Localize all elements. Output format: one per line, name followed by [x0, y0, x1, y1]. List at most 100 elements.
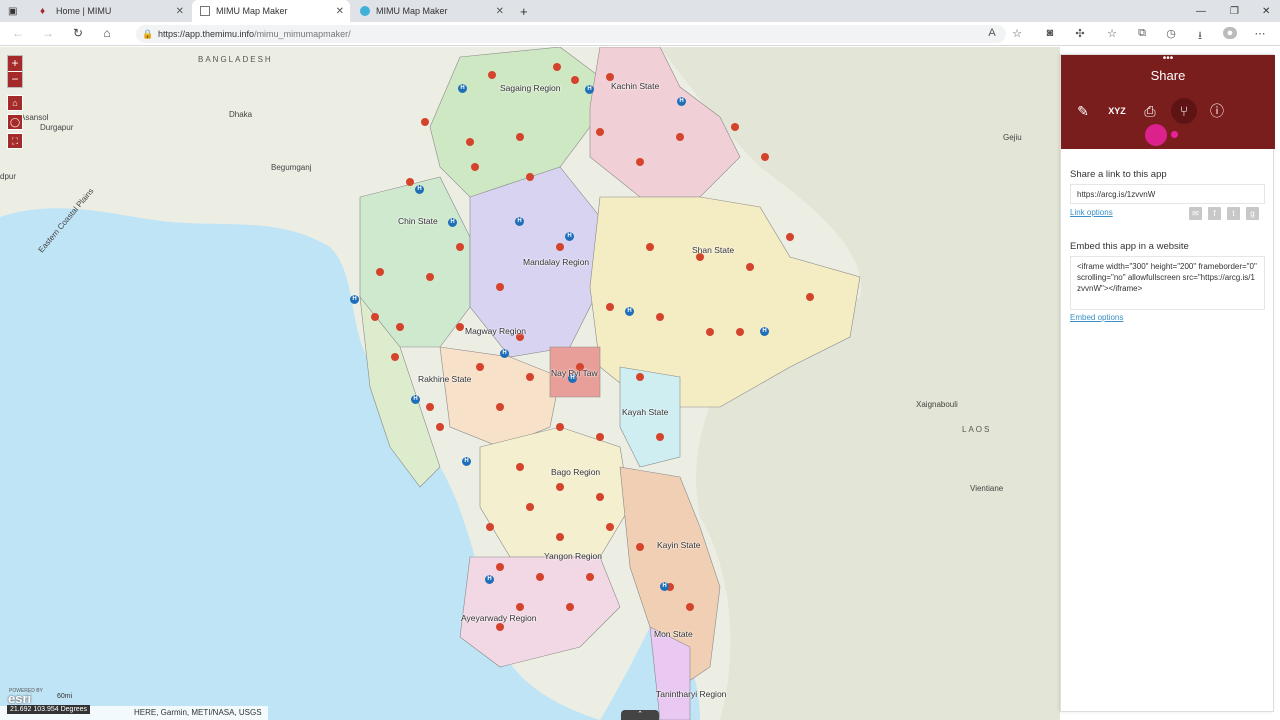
- new-tab-button[interactable]: +: [512, 0, 532, 22]
- city-label: Asansol: [20, 113, 49, 122]
- favorite-star-icon[interactable]: ☆: [1010, 27, 1024, 40]
- collections-icon[interactable]: ⧉: [1135, 27, 1149, 40]
- tab-home-mimu[interactable]: ♦ Home | MIMU ✕: [32, 0, 190, 22]
- profile-icon[interactable]: ●: [1223, 27, 1237, 39]
- region-label: Shan State: [692, 245, 735, 255]
- close-tab-icon[interactable]: ✕: [496, 6, 504, 17]
- read-aloud-icon[interactable]: A: [985, 27, 999, 39]
- home-icon: ⌂: [12, 98, 18, 108]
- scale-bar-label: 60mi: [57, 693, 73, 700]
- twitter-icon[interactable]: t: [1227, 207, 1240, 220]
- maximize-button[interactable]: ❐: [1230, 0, 1239, 22]
- map-view[interactable]: H H H H H H H H H H H H H H H H BANGLADE…: [0, 47, 1060, 720]
- locate-button[interactable]: ◯: [7, 114, 23, 130]
- mimu-favicon-icon: ♦: [40, 6, 46, 17]
- region-label: Tanintharyi Region: [656, 689, 727, 699]
- tab-actions-icon: ▣: [8, 5, 18, 17]
- health-facility-icon: H: [565, 232, 574, 241]
- health-facility-icon: H: [415, 185, 424, 194]
- panel-handle-icon[interactable]: •••: [1061, 54, 1275, 64]
- share-link-label: Share a link to this app: [1070, 169, 1167, 180]
- share-panel-header: ••• Share ✎ XYZ ⎙ ⑂ ⓘ: [1061, 54, 1275, 149]
- region-label: Yangon Region: [544, 551, 602, 561]
- google-plus-icon[interactable]: g: [1246, 207, 1259, 220]
- fullscreen-icon: ⛶: [11, 136, 19, 146]
- minimize-icon: —: [1196, 5, 1206, 17]
- region-label: Kachin State: [611, 81, 660, 91]
- tab-mimu-map-maker-active[interactable]: MIMU Map Maker ✕: [192, 0, 350, 22]
- locate-icon: ◯: [9, 117, 21, 127]
- health-facility-icon: H: [485, 575, 494, 584]
- home-extent-button[interactable]: ⌂: [7, 95, 23, 111]
- region-label: Chin State: [398, 216, 438, 226]
- zoom-out-button[interactable]: −: [8, 72, 22, 87]
- fullscreen-button[interactable]: ⛶: [7, 133, 23, 149]
- extension-icon[interactable]: ◙: [1043, 27, 1057, 39]
- favorites-icon[interactable]: ☆: [1105, 27, 1119, 40]
- bottom-panel-toggle[interactable]: ⌃: [621, 710, 659, 720]
- region-label: Nay Pyi Taw: [551, 368, 598, 378]
- close-tab-icon[interactable]: ✕: [336, 6, 344, 17]
- panel-title: Share: [1150, 68, 1186, 83]
- attribution-text: HERE, Garmin, METI/NASA, USGS: [134, 708, 262, 717]
- tab-label: Home | MIMU: [56, 6, 112, 16]
- forward-arrow-icon[interactable]: →: [40, 26, 56, 40]
- url-host: https://app.themimu.info: [158, 29, 255, 39]
- share-icon[interactable]: ⑂: [1171, 98, 1197, 124]
- city-label: dpur: [0, 172, 17, 181]
- back-arrow-icon[interactable]: ←: [10, 26, 26, 40]
- share-link-field[interactable]: https://arcg.is/1zvvnW: [1070, 184, 1265, 204]
- link-options-link[interactable]: Link options: [1070, 208, 1113, 217]
- globe-favicon-icon: [360, 6, 370, 16]
- health-facility-icon: H: [660, 582, 669, 591]
- region-label: Kayah State: [622, 407, 669, 417]
- refresh-icon[interactable]: ↻: [70, 26, 86, 40]
- embed-label: Embed this app in a website: [1070, 241, 1189, 252]
- embed-options-link[interactable]: Embed options: [1070, 313, 1123, 322]
- tab-mimu-map-maker[interactable]: MIMU Map Maker ✕: [352, 0, 510, 22]
- print-icon[interactable]: ⎙: [1137, 98, 1163, 124]
- close-tab-icon[interactable]: ✕: [176, 6, 184, 17]
- zoom-control: + −: [7, 55, 23, 88]
- tab-label: MIMU Map Maker: [376, 6, 448, 16]
- download-icon[interactable]: ⭳: [1193, 27, 1207, 46]
- region-label: Ayeyarwady Region: [461, 613, 537, 623]
- url-path: /mimu_mimumapmaker/: [254, 29, 351, 39]
- country-label: LAOS: [962, 425, 992, 434]
- cursor-highlight: [1145, 124, 1167, 146]
- embed-code-field[interactable]: <iframe width="300" height="200" framebo…: [1070, 256, 1265, 310]
- health-facility-icon: H: [677, 97, 686, 106]
- city-label: Dhaka: [229, 110, 253, 119]
- tab-actions-button[interactable]: ▣: [0, 0, 30, 22]
- health-facility-icon: H: [500, 349, 509, 358]
- coordinate-readout: 21.692 103.954 Degrees: [7, 705, 91, 714]
- measure-ruler-icon[interactable]: ✎: [1070, 98, 1096, 124]
- city-label: Durgapur: [40, 123, 74, 132]
- history-icon[interactable]: ◷: [1164, 27, 1178, 40]
- page-favicon-icon: [200, 6, 210, 16]
- coordinates-xyz-icon[interactable]: XYZ: [1104, 98, 1130, 124]
- email-icon[interactable]: ✉: [1189, 207, 1202, 220]
- puzzle-icon[interactable]: ✣: [1073, 27, 1087, 40]
- region-label: Kayin State: [657, 540, 701, 550]
- health-facility-icon: H: [625, 307, 634, 316]
- minimize-button[interactable]: —: [1196, 0, 1206, 22]
- close-window-button[interactable]: ✕: [1262, 0, 1270, 22]
- region-label: Bago Region: [551, 467, 601, 477]
- address-bar-row: ← → ↻ ⌂ 🔒 https://app.themimu.info/mimu_…: [0, 22, 1280, 46]
- pin-markers: [371, 63, 814, 631]
- facebook-icon[interactable]: f: [1208, 207, 1221, 220]
- home-icon[interactable]: ⌂: [99, 26, 115, 40]
- about-info-icon[interactable]: ⓘ: [1204, 98, 1230, 124]
- region-label: Mandalay Region: [523, 257, 590, 267]
- region-label: Magway Region: [465, 326, 526, 336]
- esri-logo: esri: [8, 691, 32, 706]
- zoom-in-button[interactable]: +: [8, 56, 22, 71]
- health-facility-icon: H: [350, 295, 359, 304]
- health-facility-icon: H: [462, 457, 471, 466]
- city-label: Vientiane: [970, 484, 1004, 493]
- url-field[interactable]: 🔒 https://app.themimu.info/mimu_mimumapm…: [136, 25, 1006, 43]
- health-facility-icon: H: [515, 217, 524, 226]
- more-menu-icon[interactable]: ⋯: [1253, 27, 1267, 40]
- city-label: Xaignabouli: [916, 400, 958, 409]
